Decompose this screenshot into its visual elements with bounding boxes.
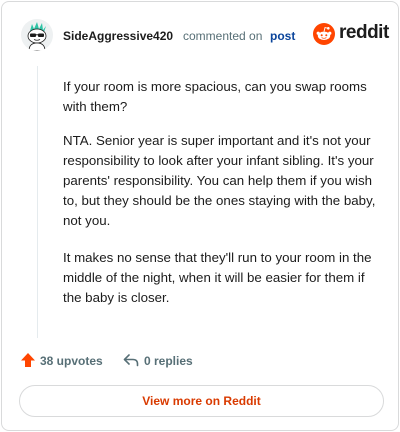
snoo-avatar-icon[interactable]	[21, 19, 53, 51]
comment-author[interactable]: SideAggressive420	[63, 29, 173, 43]
reddit-snoo-icon[interactable]	[313, 23, 335, 45]
commented-on-text: commented on	[183, 29, 263, 43]
upvote-count: 38 upvotes	[40, 354, 103, 368]
reply-arrow-icon[interactable]	[123, 353, 139, 367]
embedded-comment-card: SideAggressive420 commented on post redd…	[1, 1, 399, 431]
upvote-arrow-icon[interactable]	[20, 352, 36, 368]
comment-paragraph: If your room is more spacious, can you s…	[63, 79, 367, 114]
comment-paragraph: It makes no sense that they'll run to yo…	[63, 250, 372, 305]
view-more-on-reddit-button[interactable]: View more on Reddit	[19, 385, 384, 417]
post-link[interactable]: post	[270, 29, 295, 43]
thread-line	[37, 66, 38, 338]
comment-paragraph: NTA. Senior year is super important and …	[63, 133, 376, 228]
reddit-wordmark[interactable]: reddit	[339, 22, 389, 44]
reply-count: 0 replies	[144, 354, 193, 368]
